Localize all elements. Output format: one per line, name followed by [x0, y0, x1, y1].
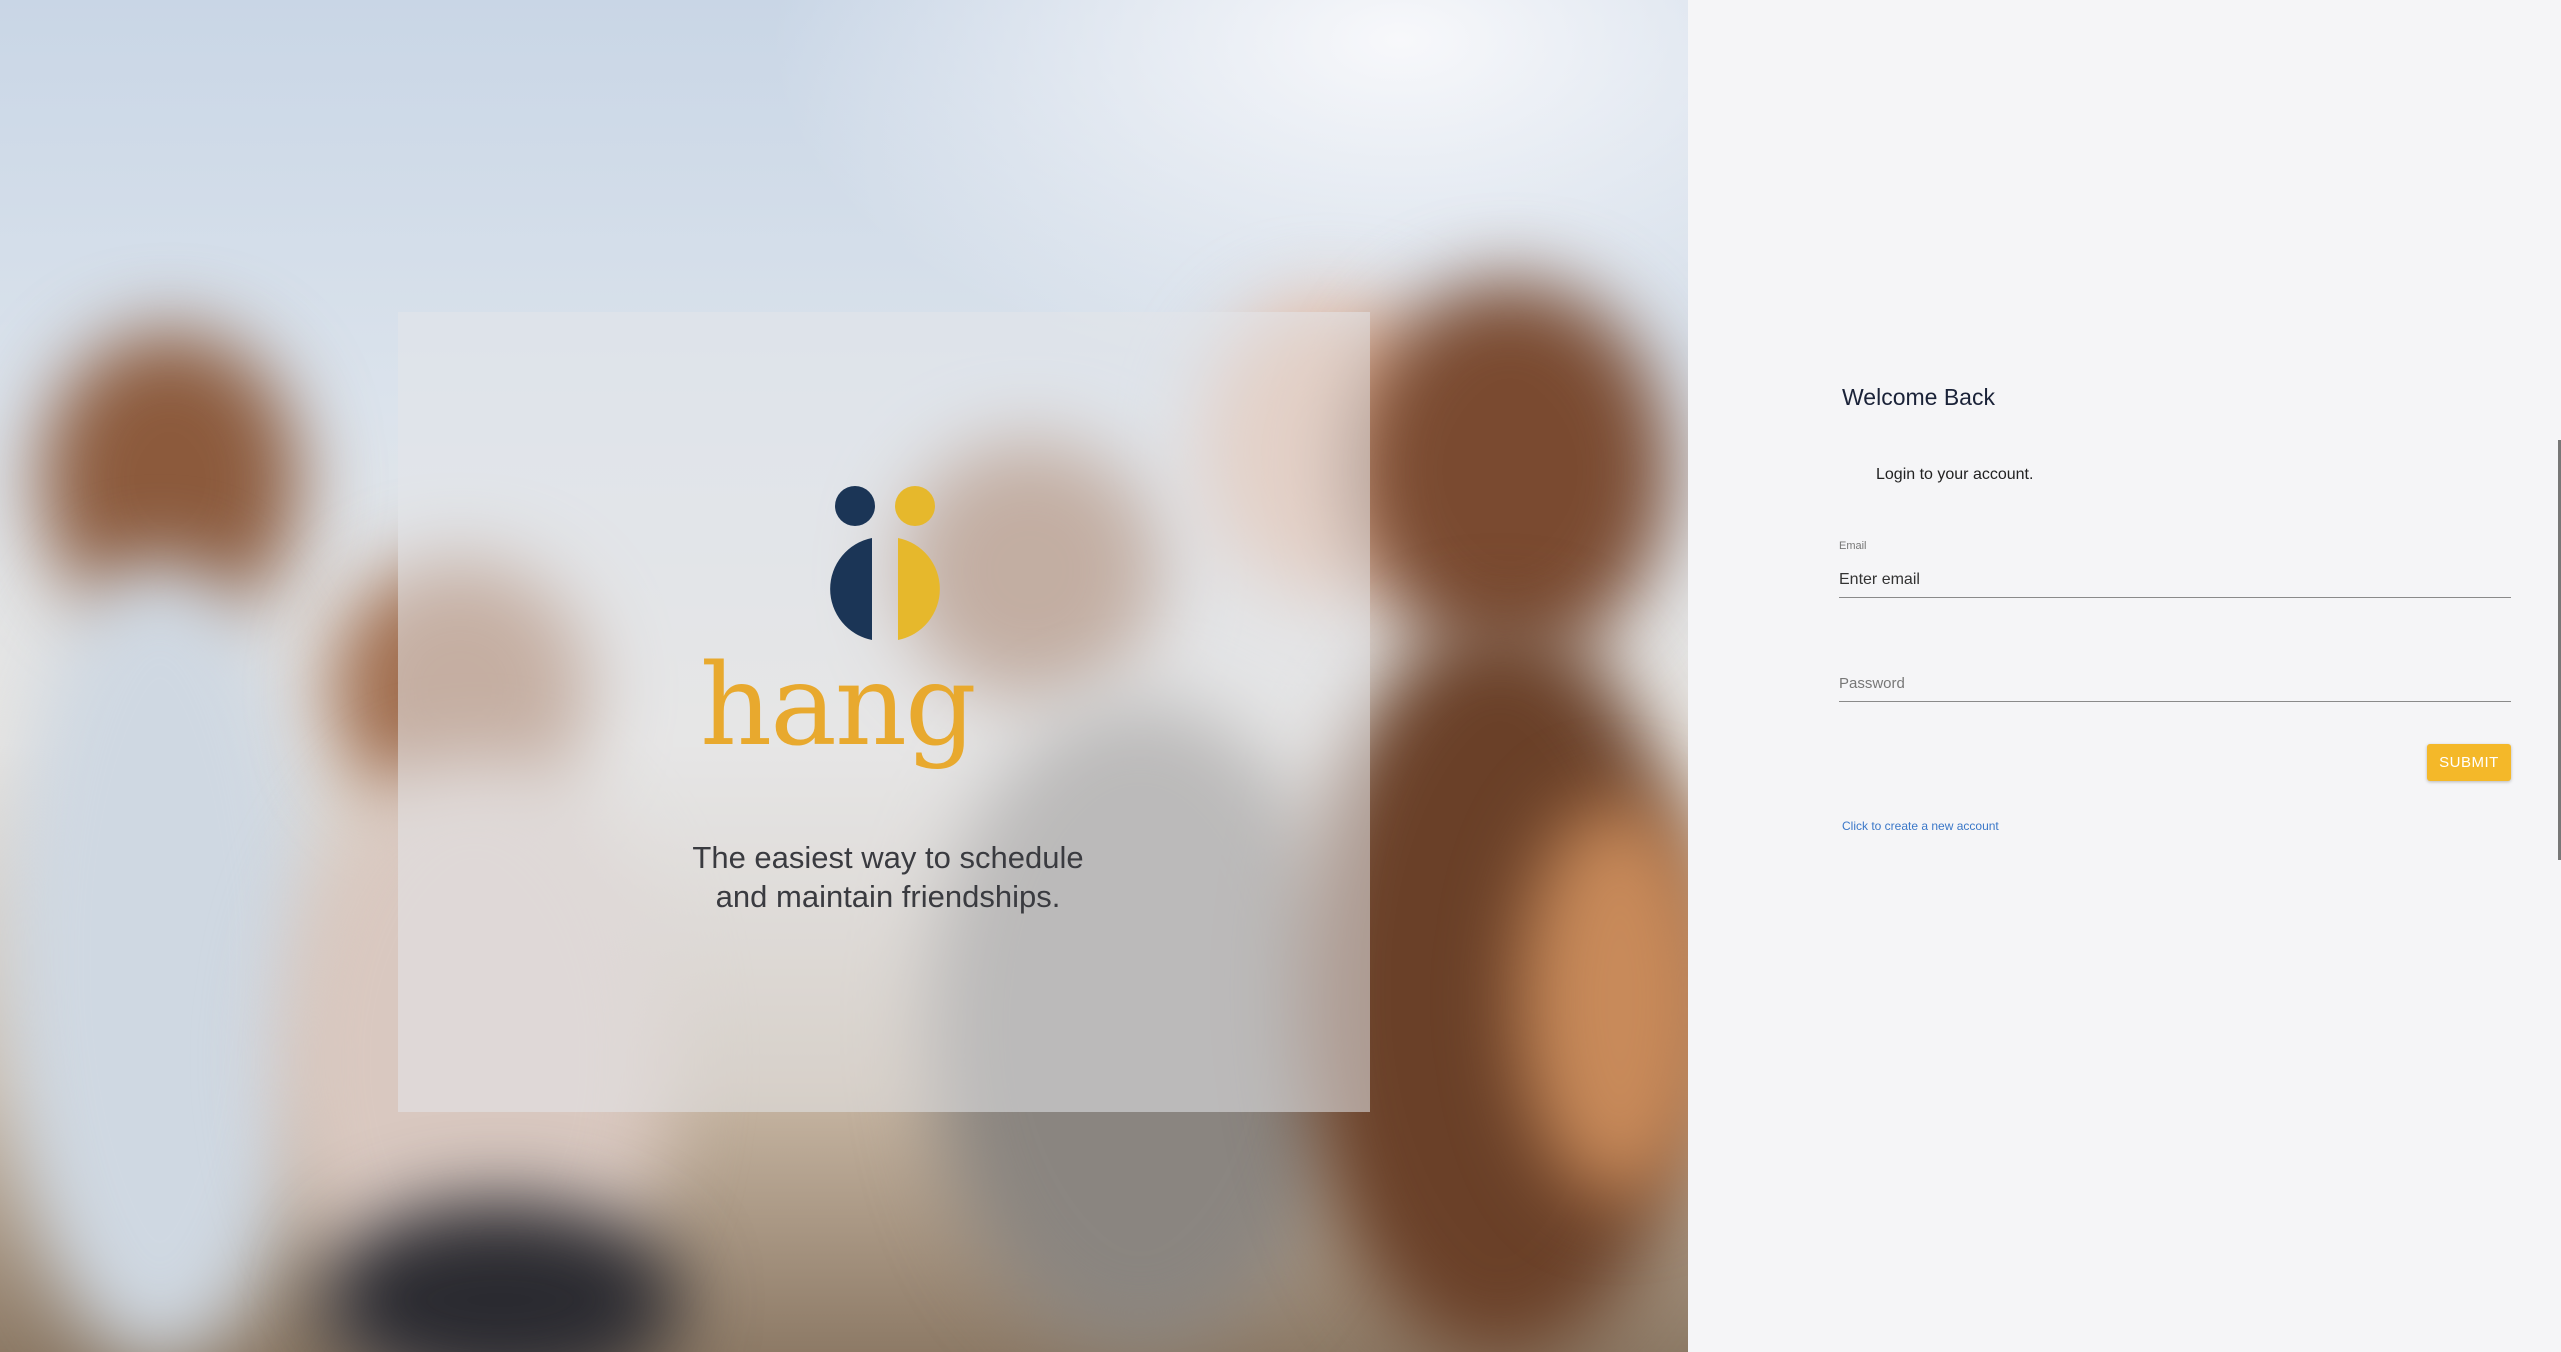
login-title: Welcome Back [1842, 384, 1995, 410]
email-input[interactable] [1839, 571, 2511, 589]
password-input[interactable] [1839, 675, 2511, 693]
tagline: The easiest way to schedule and maintain… [600, 838, 1176, 916]
tagline-line-1: The easiest way to schedule [692, 840, 1084, 875]
login-panel: Welcome Back Login to your account. Emai… [1688, 0, 2561, 1352]
hero-background-image: hang The easiest way to schedule and mai… [0, 0, 1688, 1352]
hang-logo-icon [830, 486, 940, 640]
create-account-link[interactable]: Click to create a new account [1842, 819, 1999, 833]
login-page: hang The easiest way to schedule and mai… [0, 0, 2561, 1352]
password-field [1839, 650, 2511, 702]
brand-name: hang [700, 641, 977, 771]
email-label: Email [1839, 540, 1867, 552]
tagline-line-2: and maintain friendships. [715, 879, 1061, 914]
email-field: Email [1839, 540, 2511, 598]
submit-button[interactable]: SUBMIT [2427, 744, 2511, 781]
login-subtitle: Login to your account. [1876, 466, 2034, 483]
